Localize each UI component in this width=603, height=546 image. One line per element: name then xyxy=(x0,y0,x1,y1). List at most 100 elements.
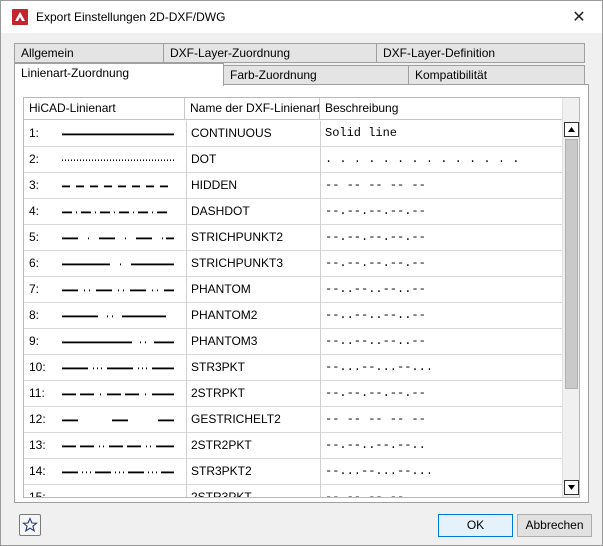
dxf-linetype-name[interactable]: PHANTOM3 xyxy=(186,329,320,355)
linetype-pattern-icon xyxy=(62,393,174,396)
table-row[interactable]: 5: STRICHPUNKT2 --.--.--.--.-- xyxy=(24,225,570,251)
linetype-pattern-icon xyxy=(62,159,174,161)
table-row[interactable]: 14: STR3PKT2 --...--...--... xyxy=(24,459,570,485)
dxf-linetype-name[interactable]: GESTRICHELT2 xyxy=(186,407,320,433)
vertical-scrollbar[interactable] xyxy=(562,98,579,497)
linetype-pattern-icon xyxy=(62,315,166,318)
dxf-linetype-name[interactable]: HIDDEN xyxy=(186,173,320,199)
linetype-description: --.--..--.--.. xyxy=(320,433,570,459)
row-number: 8: xyxy=(29,308,40,322)
scroll-up-button[interactable] xyxy=(564,122,579,137)
linetype-description: . . . . . . . . . . . . . . xyxy=(320,147,570,173)
linetype-description: --...--...--... xyxy=(320,459,570,485)
row-number: 5: xyxy=(29,230,40,244)
dxf-linetype-name[interactable]: PHANTOM xyxy=(186,277,320,303)
linetype-description: -- -- -- -- -- xyxy=(320,407,570,433)
linetype-pattern-icon xyxy=(62,341,174,344)
ok-button[interactable]: OK xyxy=(438,514,513,537)
linetype-sample xyxy=(62,381,180,407)
table-row[interactable]: 13: 2STR2PKT --.--..--.--.. xyxy=(24,433,570,459)
table-row[interactable]: 9: PHANTOM3 --..--..--..-- xyxy=(24,329,570,355)
cancel-button[interactable]: Abbrechen xyxy=(517,514,592,537)
linetype-grid: HiCAD-Linienart Name der DXF-Linienart B… xyxy=(23,97,580,498)
linetype-description: --...--...--... xyxy=(320,355,570,381)
dxf-linetype-name[interactable]: STRICHPUNKT3 xyxy=(186,251,320,277)
dxf-linetype-name[interactable]: CONTINUOUS xyxy=(186,121,320,147)
tab-label: DXF-Layer-Zuordnung xyxy=(170,46,291,60)
arrow-up-icon xyxy=(568,127,575,132)
table-row[interactable]: 3: HIDDEN -- -- -- -- -- xyxy=(24,173,570,199)
close-button[interactable]: ✕ xyxy=(556,1,602,33)
export-settings-dialog: Export Einstellungen 2D-DXF/DWG ✕ Allgem… xyxy=(0,0,603,546)
linetype-pattern-icon xyxy=(62,497,176,498)
linetype-pattern-icon xyxy=(62,185,168,188)
dxf-linetype-name[interactable]: STR3PKT xyxy=(186,355,320,381)
tab-allgemein[interactable]: Allgemein xyxy=(14,43,164,63)
table-row[interactable]: 11: 2STRPKT --.--.--.--.-- xyxy=(24,381,570,407)
table-row[interactable]: 7: PHANTOM --..--..--..-- xyxy=(24,277,570,303)
close-icon: ✕ xyxy=(572,9,586,26)
table-row[interactable]: 15: 2STR3PKT -- -- -- -- xyxy=(24,485,570,498)
row-number: 1: xyxy=(29,126,40,140)
linetype-sample xyxy=(62,199,180,225)
star-icon xyxy=(22,517,38,533)
dxf-linetype-name[interactable]: 2STR3PKT xyxy=(186,485,320,497)
dxf-linetype-name[interactable]: 2STR2PKT xyxy=(186,433,320,459)
linetype-description: --.--.--.--.-- xyxy=(320,225,570,251)
tab-linienart-zuordnung[interactable]: Linienart-Zuordnung xyxy=(14,63,224,86)
tab-kompatibilitaet[interactable]: Kompatibilität xyxy=(408,65,585,85)
linetype-pattern-icon xyxy=(62,367,174,370)
linetype-pattern-icon xyxy=(62,289,174,292)
dxf-linetype-name[interactable]: STRICHPUNKT2 xyxy=(186,225,320,251)
linetype-description: --..--..--..-- xyxy=(320,303,570,329)
linetype-sample xyxy=(62,407,180,433)
dxf-linetype-name[interactable]: PHANTOM2 xyxy=(186,303,320,329)
tab-label: Kompatibilität xyxy=(415,68,488,82)
linetype-sample xyxy=(62,225,180,251)
title-bar: Export Einstellungen 2D-DXF/DWG ✕ xyxy=(1,1,602,33)
dxf-linetype-name[interactable]: DASHDOT xyxy=(186,199,320,225)
table-row[interactable]: 4: DASHDOT --.--.--.--.-- xyxy=(24,199,570,225)
row-number: 9: xyxy=(29,334,40,348)
table-row[interactable]: 8: PHANTOM2 --..--..--..-- xyxy=(24,303,570,329)
linetype-pattern-icon xyxy=(62,263,174,266)
linetype-description: --..--..--..-- xyxy=(320,329,570,355)
linetype-sample xyxy=(62,433,180,459)
linetype-description: --..--..--..-- xyxy=(320,277,570,303)
tab-dxf-layer-definition[interactable]: DXF-Layer-Definition xyxy=(376,43,585,63)
grid-header: HiCAD-Linienart Name der DXF-Linienart B… xyxy=(24,98,570,120)
table-row[interactable]: 2: DOT. . . . . . . . . . . . . . xyxy=(24,147,570,173)
row-number: 11: xyxy=(29,386,45,400)
linetype-pattern-icon xyxy=(62,133,174,136)
tab-farb-zuordnung[interactable]: Farb-Zuordnung xyxy=(223,65,409,85)
column-header-dxf-name[interactable]: Name der DXF-Linienart xyxy=(185,98,320,120)
column-header-hicad-linienart[interactable]: HiCAD-Linienart xyxy=(24,98,185,120)
table-row[interactable]: 1: CONTINUOUS Solid line xyxy=(24,121,570,147)
scroll-down-button[interactable] xyxy=(564,480,579,495)
linetype-sample xyxy=(62,485,180,498)
tab-label: Linienart-Zuordnung xyxy=(21,66,130,80)
linetype-sample xyxy=(62,277,180,303)
favorites-button[interactable] xyxy=(19,514,41,536)
row-number: 4: xyxy=(29,204,40,218)
dxf-linetype-name[interactable]: DOT xyxy=(186,147,320,173)
table-row[interactable]: 12: GESTRICHELT2 -- -- -- -- -- xyxy=(24,407,570,433)
linetype-description: -- -- -- -- xyxy=(320,485,570,497)
column-header-beschreibung[interactable]: Beschreibung xyxy=(320,98,570,120)
row-number: 2: xyxy=(29,152,40,166)
row-number: 10: xyxy=(29,360,46,374)
linetype-sample xyxy=(62,329,180,355)
scrollbar-thumb[interactable] xyxy=(565,139,578,389)
linetype-pattern-icon xyxy=(62,471,174,474)
tab-label: DXF-Layer-Definition xyxy=(383,46,496,60)
row-number: 3: xyxy=(29,178,40,192)
row-number: 15: xyxy=(29,490,46,498)
dxf-linetype-name[interactable]: STR3PKT2 xyxy=(186,459,320,485)
linetype-pattern-icon xyxy=(62,237,174,240)
tab-dxf-layer-zuordnung[interactable]: DXF-Layer-Zuordnung xyxy=(163,43,377,63)
dxf-linetype-name[interactable]: 2STRPKT xyxy=(186,381,320,407)
row-number: 14: xyxy=(29,464,46,478)
tab-label: Farb-Zuordnung xyxy=(230,68,317,82)
table-row[interactable]: 6: STRICHPUNKT3 --.--.--.--.-- xyxy=(24,251,570,277)
table-row[interactable]: 10: STR3PKT --...--...--... xyxy=(24,355,570,381)
